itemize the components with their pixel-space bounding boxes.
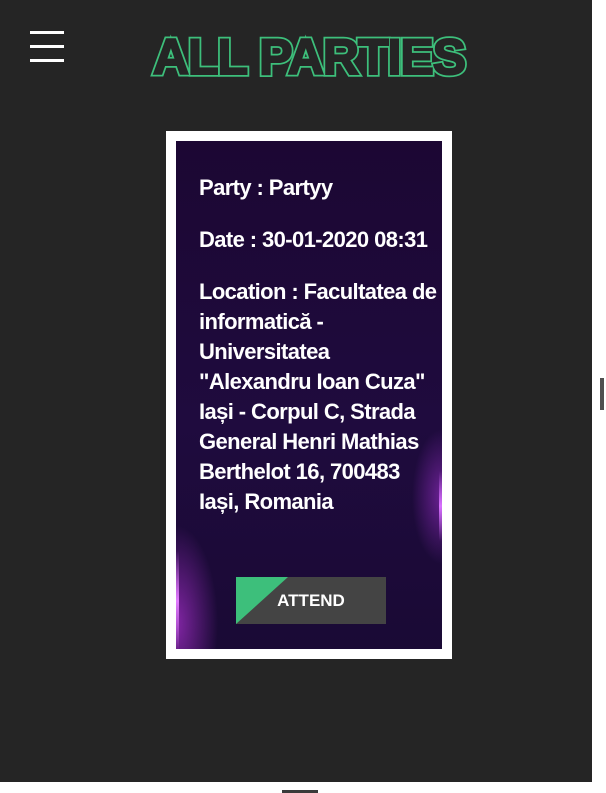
site-logo[interactable]: .lg { font-family: "Liberation Sans", sa… (134, 30, 484, 80)
attend-button-label: ATTEND (277, 591, 345, 610)
party-location: Location : Facultatea de informatică - U… (199, 279, 437, 514)
hamburger-menu-icon[interactable] (30, 31, 66, 65)
logo-graphic: .lg { font-family: "Liberation Sans", sa… (150, 30, 469, 80)
window-edge (592, 0, 606, 793)
party-date: Date : 30-01-2020 08:31 (199, 227, 428, 252)
party-name: Party : Partyy (199, 175, 333, 200)
neon-light-right (439, 471, 442, 541)
neon-light-left (176, 551, 179, 649)
party-info: Party : Partyy Date : 30-01-2020 08:31 L… (199, 173, 439, 539)
party-card-inner: Party : Partyy Date : 30-01-2020 08:31 L… (173, 138, 445, 652)
scrollbar-thumb[interactable] (600, 378, 604, 410)
window-bottom-edge (0, 782, 606, 793)
attend-button[interactable]: ATTEND (236, 577, 386, 624)
svg-text:ALL PARTIES: ALL PARTIES (153, 30, 465, 80)
party-card: Party : Partyy Date : 30-01-2020 08:31 L… (166, 131, 452, 659)
